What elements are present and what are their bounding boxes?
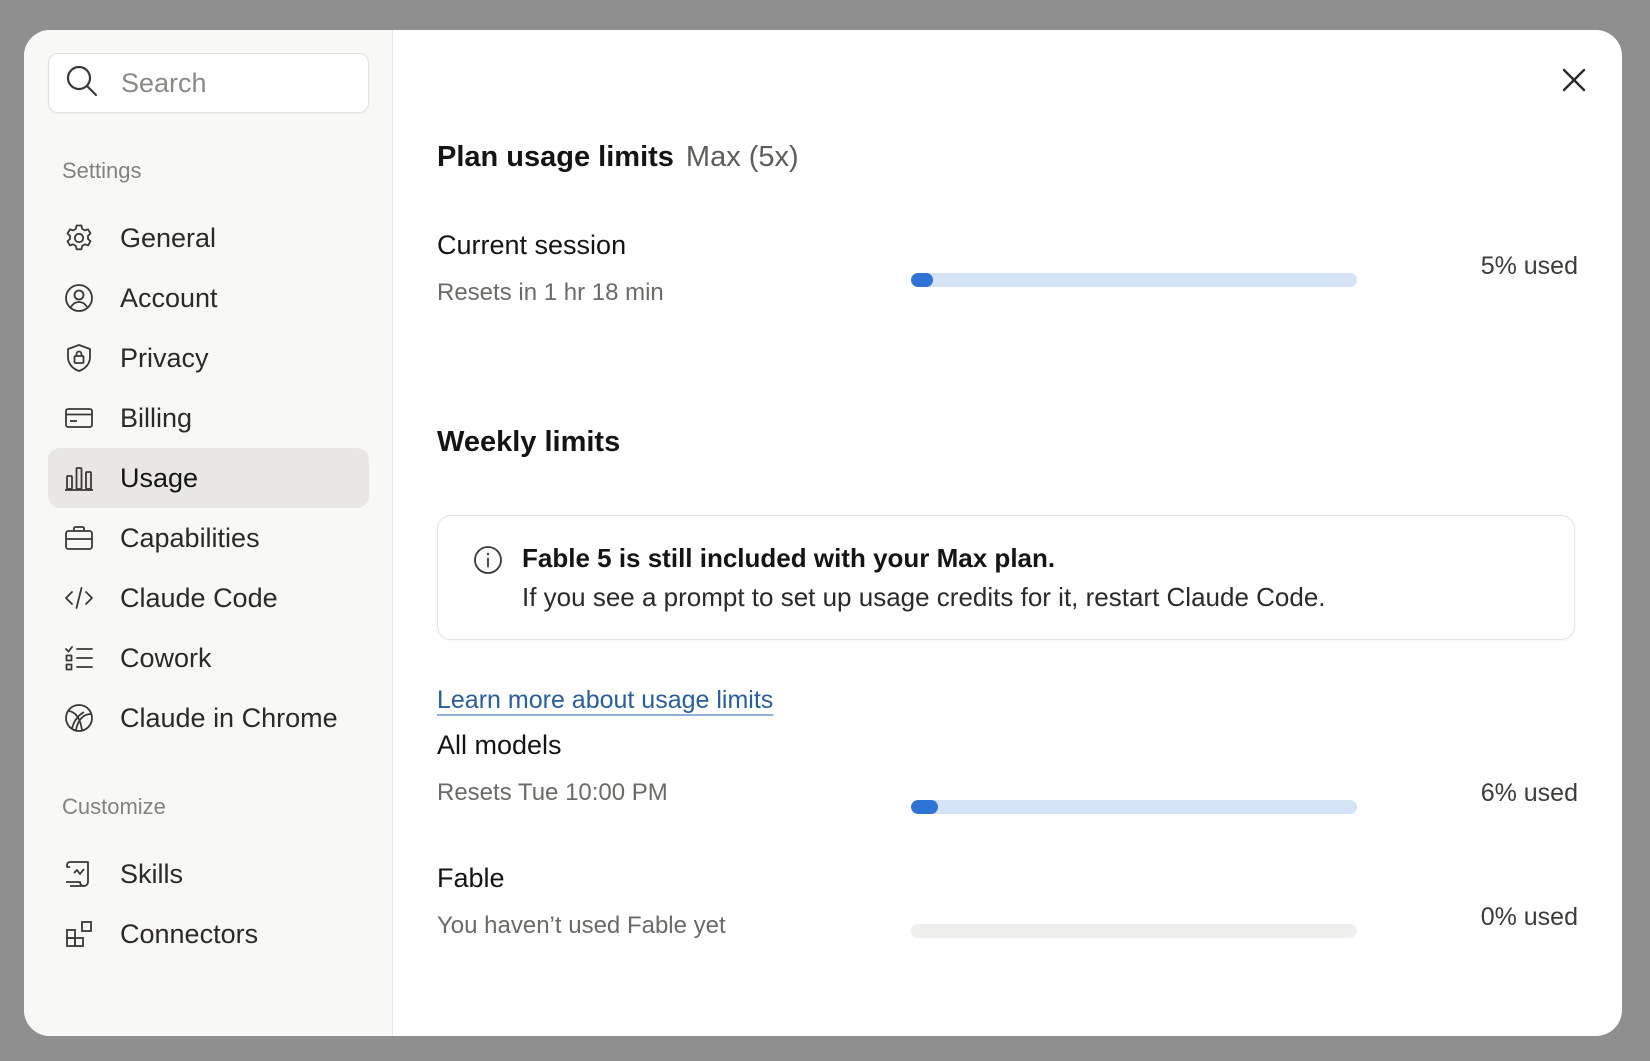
scroll-icon <box>62 857 96 891</box>
fable-title: Fable <box>437 863 505 893</box>
customize-section-label: Customize <box>62 794 166 819</box>
sidebar-item-privacy[interactable]: Privacy <box>48 328 369 388</box>
sidebar-item-label: Claude in Chrome <box>120 702 338 733</box>
sidebar-item-claude-in-chrome[interactable]: Claude in Chrome <box>48 688 369 748</box>
progress-fill <box>911 800 938 814</box>
plan-usage-title: Plan usage limits <box>437 141 674 173</box>
sidebar-item-label: Cowork <box>120 642 212 673</box>
settings-modal: Settings General Account <box>24 30 1622 1036</box>
blocks-icon <box>62 917 96 951</box>
sidebar-item-claude-code[interactable]: Claude Code <box>48 568 369 628</box>
settings-sidebar: Settings General Account <box>24 30 393 1036</box>
fable-percent: 0% used <box>1480 903 1578 931</box>
all-models-reset: Resets Tue 10:00 PM <box>437 779 668 806</box>
current-session-title: Current session <box>437 230 627 260</box>
gear-icon <box>62 221 96 255</box>
current-session-percent: 5% used <box>1480 252 1578 280</box>
briefcase-icon <box>62 521 96 555</box>
settings-section-label: Settings <box>62 158 142 183</box>
current-session-reset: Resets in 1 hr 18 min <box>437 279 664 306</box>
sidebar-item-label: Capabilities <box>120 522 260 553</box>
info-icon <box>474 546 502 574</box>
sidebar-item-label: Usage <box>120 462 199 493</box>
notice-title: Fable 5 is still included with your Max … <box>522 543 1056 573</box>
close-icon <box>1562 68 1586 92</box>
globe-icon <box>62 701 96 735</box>
sidebar-item-billing[interactable]: Billing <box>48 388 369 448</box>
all-models-title: All models <box>437 730 562 760</box>
learn-more-link[interactable]: Learn more about usage limits <box>437 686 773 715</box>
info-notice: Fable 5 is still included with your Max … <box>437 515 1575 640</box>
search-box[interactable] <box>48 53 369 113</box>
credit-card-icon <box>62 401 96 435</box>
sidebar-item-account[interactable]: Account <box>48 268 369 328</box>
sidebar-item-cowork[interactable]: Cowork <box>48 628 369 688</box>
fable-progress <box>911 924 1357 938</box>
plan-name: Max (5x) <box>685 141 799 173</box>
all-models-percent: 6% used <box>1480 779 1578 807</box>
sidebar-item-general[interactable]: General <box>48 208 369 268</box>
search-icon <box>65 64 99 103</box>
sidebar-item-label: Account <box>120 282 218 313</box>
sidebar-item-connectors[interactable]: Connectors <box>48 904 369 964</box>
sidebar-item-label: Privacy <box>120 342 209 373</box>
notice-body: If you see a prompt to set up usage cred… <box>522 582 1326 612</box>
sidebar-item-label: General <box>120 222 217 253</box>
fable-status: You haven’t used Fable yet <box>437 912 726 939</box>
weekly-limits-title: Weekly limits <box>437 426 621 458</box>
user-circle-icon <box>62 281 96 315</box>
sidebar-item-label: Claude Code <box>120 582 278 613</box>
current-session-progress <box>911 273 1357 287</box>
code-icon <box>62 581 96 615</box>
page-title: Plan usage limits Max (5x) <box>437 141 799 174</box>
shield-lock-icon <box>62 341 96 375</box>
search-input[interactable] <box>121 67 351 99</box>
sidebar-item-skills[interactable]: Skills <box>48 844 369 904</box>
sidebar-item-label: Billing <box>120 402 193 433</box>
sidebar-item-label: Skills <box>120 858 184 889</box>
progress-fill <box>911 273 934 287</box>
checklist-icon <box>62 641 96 675</box>
sidebar-item-usage[interactable]: Usage <box>48 448 369 508</box>
sidebar-item-capabilities[interactable]: Capabilities <box>48 508 369 568</box>
usage-panel: Plan usage limits Max (5x) Current sessio… <box>393 30 1622 1036</box>
bar-chart-icon <box>62 461 96 495</box>
sidebar-item-label: Connectors <box>120 918 259 949</box>
all-models-progress <box>911 800 1357 814</box>
close-button[interactable] <box>1560 66 1588 94</box>
